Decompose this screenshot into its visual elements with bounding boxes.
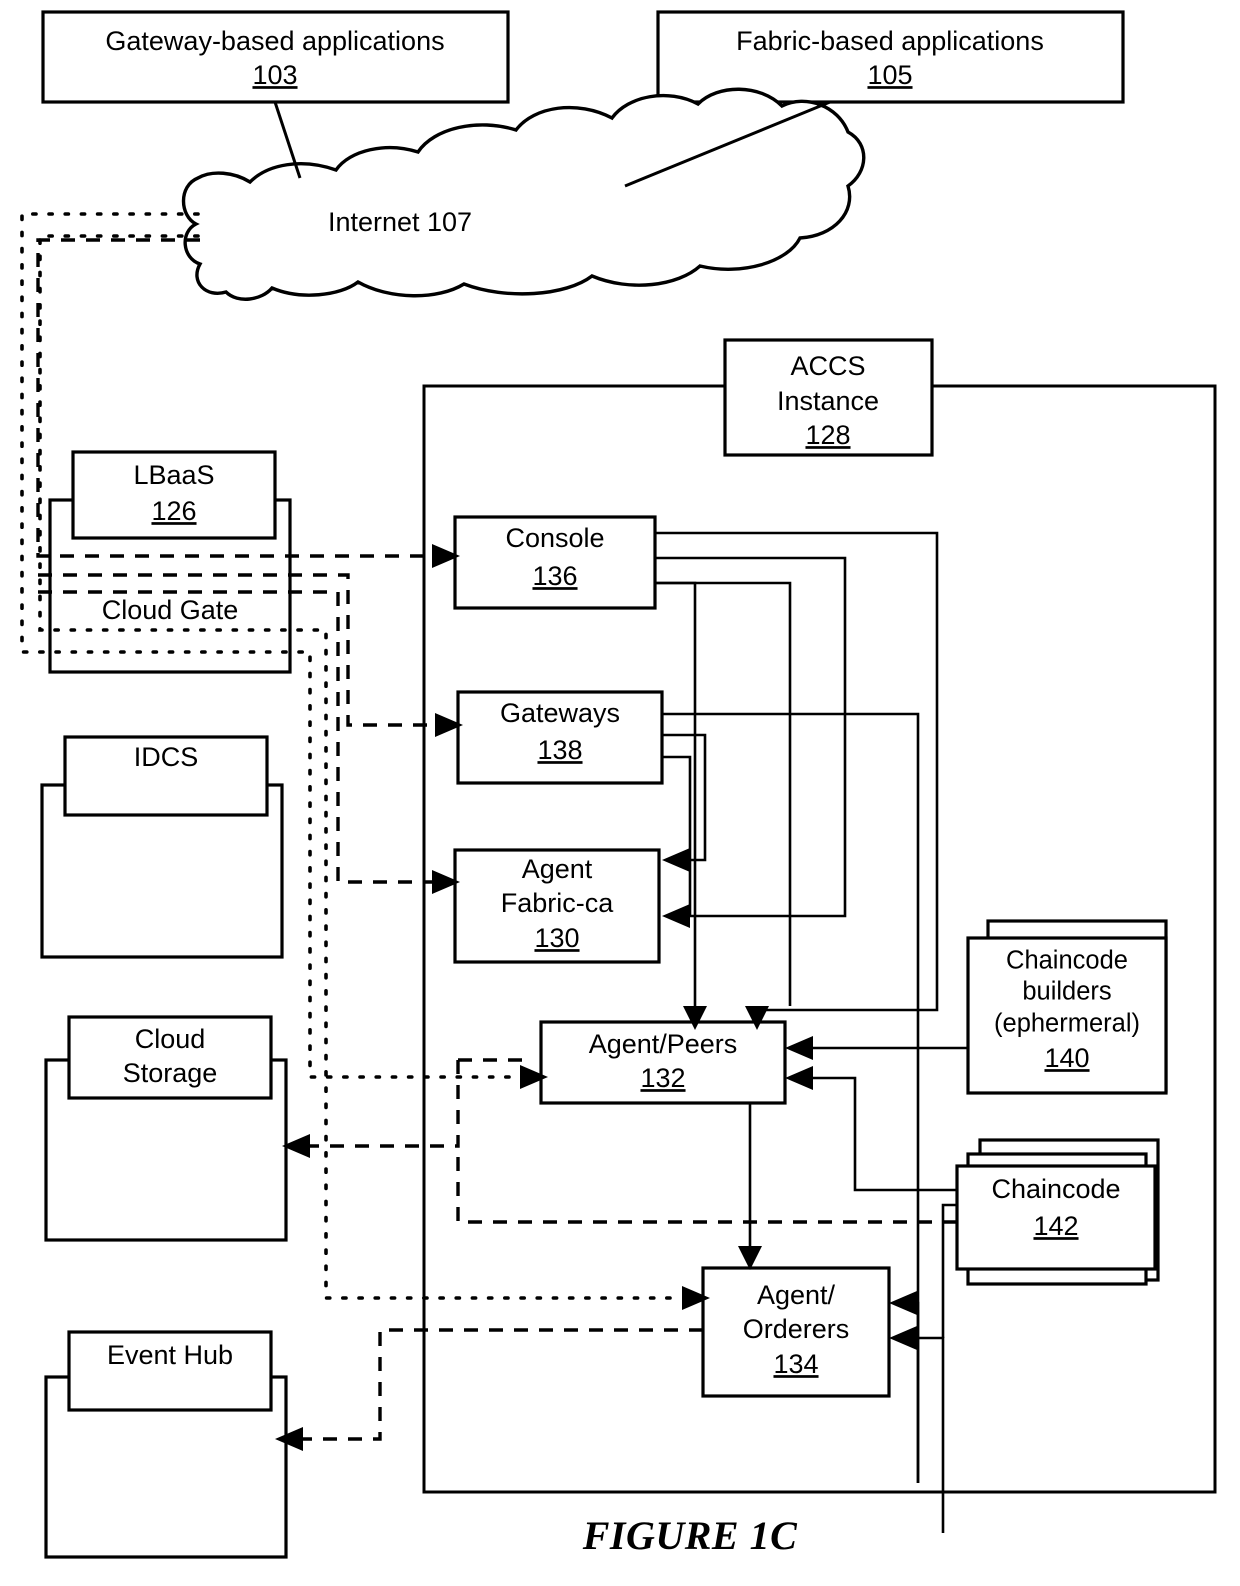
node-agent-orderers: Agent/ Orderers 134 (701, 1266, 891, 1398)
chaincode-builders-title-3: (ephermeral) (994, 1010, 1140, 1038)
link-console-to-agent-peers-inner (655, 581, 792, 1006)
gateway-apps-title: Gateway-based applications (105, 26, 444, 56)
node-gateway-based-applications: Gateway-based applications 103 (41, 10, 510, 104)
arrow-to-event-hub (275, 1427, 303, 1451)
chaincode-builders-title-1: Chaincode (1006, 947, 1128, 975)
chaincode-builders-ref: 140 (1044, 1043, 1089, 1073)
arrow-gateways-to-fabric-ca-upper (662, 848, 690, 872)
node-console: Console 136 (453, 515, 657, 610)
node-cloud-storage: Cloud Storage (44, 1015, 288, 1242)
fabric-apps-ref: 105 (867, 60, 912, 90)
link-internet-to-agent-peers-dotted (20, 212, 522, 1079)
node-agent-fabric-ca: Agent Fabric-ca 130 (453, 848, 661, 964)
figure-canvas: Gateway-based applications 103 Fabric-ba… (0, 0, 1240, 1586)
node-lbaas-cloudgate: LBaaS 126 Cloud Gate (48, 450, 292, 674)
link-gateways-to-fabric-ca-lower (662, 755, 692, 916)
internet-label: Internet 107 (328, 207, 472, 237)
fabric-ca-title-2: Fabric-ca (501, 888, 615, 918)
event-hub-title: Event Hub (107, 1340, 233, 1370)
gateways-title: Gateways (500, 698, 620, 728)
agent-orderers-ref: 134 (773, 1349, 818, 1379)
fabric-apps-title: Fabric-based applications (736, 26, 1044, 56)
chaincode-title: Chaincode (991, 1174, 1120, 1204)
link-agent-orderers-to-event-hub-dashed (303, 1328, 703, 1441)
node-internet-cloud: Internet 107 (181, 87, 866, 301)
node-event-hub: Event Hub (44, 1330, 288, 1559)
link-console-to-agent-peers-outer (655, 531, 939, 1012)
node-chaincode-builders: Chaincode builders (ephermeral) 140 (966, 919, 1168, 1095)
console-title: Console (505, 523, 604, 553)
lbaas-ref: 126 (151, 496, 196, 526)
node-accs-instance: ACCS Instance 128 (723, 338, 934, 457)
gateways-ref: 138 (537, 735, 582, 765)
arrow-chaincode-builders-to-agent-peers (785, 1036, 813, 1060)
node-chaincode: Chaincode 142 (955, 1138, 1160, 1286)
fabric-ca-ref: 130 (534, 923, 579, 953)
node-agent-peers: Agent/Peers 132 (539, 1020, 787, 1105)
link-rail-to-agent-orderers-upper (916, 1301, 920, 1483)
link-rail-to-agent-orderers-lower (917, 1336, 945, 1533)
arrow-rail-to-agent-orderers-lower (889, 1326, 917, 1350)
chaincode-builders-title-2: builders (1022, 978, 1111, 1006)
accs-title-2: Instance (777, 386, 879, 416)
link-chaincode-to-left-dashed (456, 1146, 957, 1224)
cloud-gate-title: Cloud Gate (102, 595, 239, 625)
arrow-chaincode-to-agent-peers (785, 1066, 813, 1090)
accs-title-1: ACCS (790, 351, 865, 381)
fabric-ca-title-1: Agent (522, 854, 593, 884)
node-idcs: IDCS (40, 735, 284, 959)
cloud-storage-title-2: Storage (123, 1058, 218, 1088)
agent-peers-title: Agent/Peers (589, 1029, 738, 1059)
agent-peers-ref: 132 (640, 1063, 685, 1093)
console-ref: 136 (532, 561, 577, 591)
link-chaincode-to-agent-peers (813, 1076, 957, 1192)
node-gateways: Gateways 138 (456, 690, 664, 785)
agent-orderers-title-1: Agent/ (757, 1280, 836, 1310)
lbaas-title: LBaaS (133, 460, 214, 490)
link-gateways-to-fabric-ca-upper (662, 733, 707, 862)
link-chaincode-rail-to-orderers (941, 1203, 957, 1338)
accs-ref: 128 (805, 420, 850, 450)
idcs-title: IDCS (134, 742, 199, 772)
arrow-rail-to-agent-orderers-upper (889, 1291, 917, 1315)
gateway-apps-ref: 103 (252, 60, 297, 90)
figure-label: FIGURE 1C (582, 1513, 798, 1558)
chaincode-ref: 142 (1033, 1211, 1078, 1241)
agent-orderers-title-2: Orderers (743, 1314, 850, 1344)
cloud-storage-title-1: Cloud (135, 1024, 206, 1054)
link-agent-peers-to-cloud-storage-dashed (310, 1060, 460, 1148)
cloud-shape (181, 87, 866, 301)
arrow-console-to-fabric-ca (662, 904, 690, 928)
architecture-diagram: Gateway-based applications 103 Fabric-ba… (20, 10, 1217, 1559)
